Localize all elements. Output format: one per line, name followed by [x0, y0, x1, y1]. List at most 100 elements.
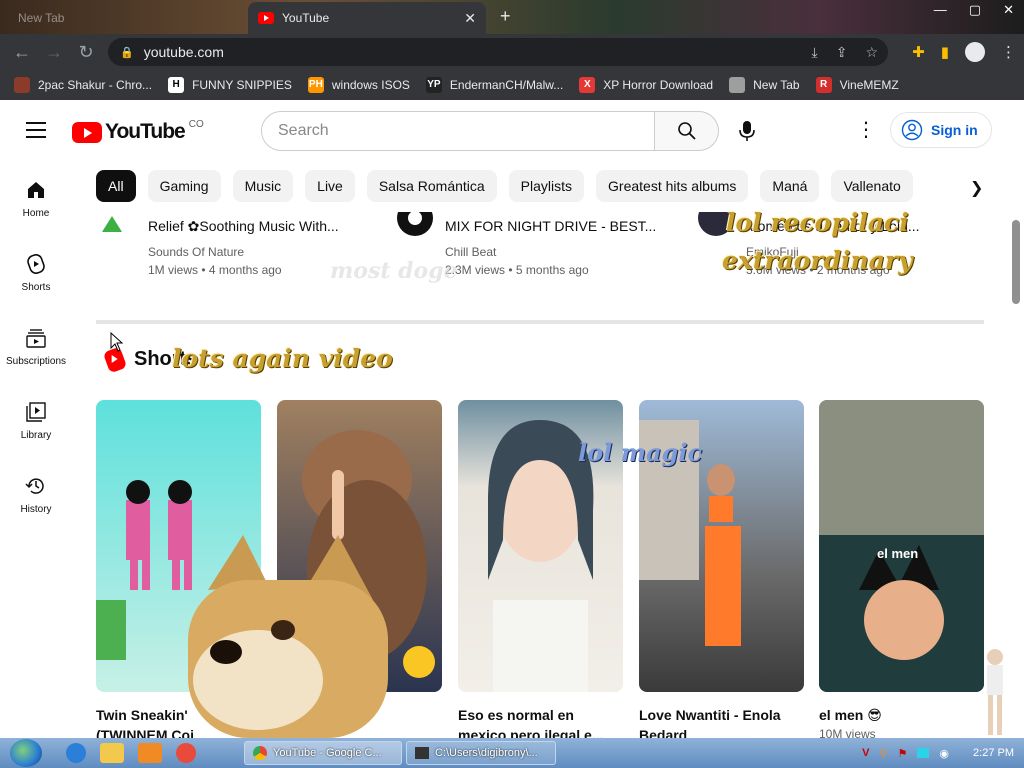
tab-label: YouTube [282, 11, 330, 25]
close-window-button[interactable]: ✕ [1003, 2, 1014, 18]
search-button[interactable] [655, 111, 719, 151]
bookmark-star-icon[interactable]: ☆ [865, 44, 878, 61]
bookmarks-bar: 2pac Shakur - Chro... H FUNNY SNIPPIES PH wi… [0, 70, 1024, 100]
reload-icon[interactable]: ↻ [70, 42, 102, 63]
sidebar-item-subscriptions[interactable]: Subscriptions [0, 308, 72, 378]
channel-name[interactable]: Chill Beat [445, 245, 496, 259]
volume-icon[interactable]: ◉ [939, 747, 949, 760]
library-icon [24, 400, 48, 424]
video-title[interactable]: Relief ✿Soothing Music With... [148, 218, 398, 235]
clock[interactable]: 2:27 PM [973, 747, 1014, 759]
bookmark-label: XP Horror Download [603, 78, 714, 92]
toolbar-right: ✚ ▮ ⋮ [912, 42, 1016, 62]
url-text[interactable]: youtube.com [144, 44, 224, 60]
side-panel-icon[interactable]: ▮ [941, 43, 949, 61]
filter-chip[interactable]: Live [305, 170, 355, 202]
system-tray: V ⚲ ⚑ ◉ 2:27 PM [862, 738, 1014, 768]
new-tab-button[interactable]: + [500, 6, 511, 27]
sidebar-item-label: Subscriptions [5, 356, 67, 367]
filter-chip[interactable]: Maná [760, 170, 820, 202]
country-code: CO [188, 118, 204, 130]
bookmark-label: FUNNY SNIPPIES [192, 78, 292, 92]
back-arrow-icon[interactable]: ← [6, 42, 38, 63]
bookmark-item[interactable]: H FUNNY SNIPPIES [168, 77, 292, 93]
meme-text: most doge [330, 258, 458, 284]
tab-youtube[interactable]: YouTube ✕ [248, 2, 486, 34]
filter-chip[interactable]: Gaming [147, 170, 221, 202]
filter-chip[interactable]: All [96, 170, 136, 202]
bookmark-label: New Tab [753, 78, 800, 92]
tupac-icon [14, 77, 30, 93]
bookmark-item[interactable]: X XP Horror Download [579, 77, 713, 93]
filter-chip[interactable]: Salsa Romántica [366, 170, 497, 202]
sidebar-item-history[interactable]: History [0, 456, 72, 526]
home-icon [24, 178, 48, 202]
sidebar-item-label: History [20, 504, 52, 515]
forward-arrow-icon[interactable]: → [38, 42, 70, 63]
filter-chip[interactable]: Greatest hits albums [596, 170, 749, 202]
internet-explorer-icon[interactable] [66, 743, 86, 763]
channel-name[interactable]: Sounds Of Nature [148, 245, 244, 259]
lock-icon: 🔒 [120, 46, 134, 59]
chrome-menu-icon[interactable]: ⋮ [1001, 43, 1016, 61]
file-explorer-icon[interactable] [100, 743, 124, 763]
tab-label: New Tab [18, 11, 65, 25]
tab-new-tab[interactable]: New Tab [8, 2, 248, 34]
flag-icon[interactable]: ⚑ [898, 747, 908, 760]
filter-chip[interactable]: Playlists [508, 170, 585, 202]
h-icon: H [168, 77, 185, 93]
bookmark-item[interactable]: YP EndermanCH/Malw... [425, 77, 564, 93]
filter-chip[interactable]: Vallenato [831, 170, 913, 202]
meme-text: lol recopilaci [726, 208, 909, 237]
tab-close-icon[interactable]: ✕ [464, 10, 476, 27]
taskbar-task-explorer[interactable]: C:\Users\digibrony\... [406, 741, 556, 765]
app-icon[interactable] [176, 743, 196, 763]
address-bar[interactable]: 🔒 youtube.com ⤓ ⇪ ☆ [108, 38, 888, 66]
bookmark-label: windows ISOS [331, 78, 410, 92]
search-placeholder: Search [278, 122, 329, 139]
meme-text: lots again video [172, 344, 393, 373]
share-icon[interactable]: ⇪ [836, 44, 848, 61]
page-scrollbar[interactable] [1012, 220, 1020, 304]
youtube-play-icon [72, 121, 102, 143]
filter-chip[interactable]: Music [232, 170, 294, 202]
sidebar-item-library[interactable]: Library [0, 382, 72, 452]
profile-avatar-icon[interactable] [965, 42, 985, 62]
short-title[interactable]: el men 😎 [819, 705, 984, 725]
sidebar-item-shorts[interactable]: Shorts [0, 234, 72, 304]
bookmark-item[interactable]: 2pac Shakur - Chro... [14, 77, 152, 93]
hamburger-menu-icon[interactable] [26, 122, 46, 138]
short-thumbnail[interactable]: el men [819, 400, 984, 692]
start-button[interactable] [10, 739, 42, 767]
bookmark-item[interactable]: PH windows ISOS [307, 77, 410, 93]
sidebar-item-label: Library [20, 430, 52, 441]
minimize-button[interactable]: — [934, 2, 947, 18]
video-title[interactable]: MIX FOR NIGHT DRIVE - BEST... [445, 218, 695, 234]
youtube-logo[interactable]: YouTube CO [72, 118, 204, 144]
chrome-icon [253, 746, 267, 760]
tray-v-icon[interactable]: V [862, 747, 869, 759]
taskbar-task-chrome[interactable]: YouTube - Google C... [244, 741, 402, 765]
search-input[interactable]: Search [261, 111, 655, 151]
bookmark-label: EndermanCH/Malw... [449, 78, 564, 92]
channel-avatar [397, 212, 433, 236]
media-player-icon[interactable] [138, 743, 162, 763]
tray-search-icon[interactable]: ⚲ [879, 747, 887, 760]
chevron-right-icon[interactable]: ❯ [970, 178, 983, 198]
settings-menu-icon[interactable]: ⋮ [856, 120, 876, 140]
extensions-icon[interactable]: ✚ [912, 43, 925, 61]
maximize-button[interactable]: ▢ [969, 2, 981, 18]
console-icon [415, 747, 429, 759]
sign-in-button[interactable]: Sign in [890, 112, 992, 148]
bookmark-item[interactable]: R VineMEMZ [815, 77, 899, 93]
account-circle-icon [901, 119, 923, 141]
network-icon[interactable] [917, 748, 930, 758]
video-meta: 2.3M views • 5 months ago [445, 263, 589, 277]
sidebar-item-label: Shorts [21, 282, 51, 293]
voice-search-button[interactable] [728, 112, 766, 150]
ph-icon: PH [307, 77, 324, 93]
sidebar-item-home[interactable]: Home [0, 160, 72, 230]
dancer-overlay-image [987, 649, 1003, 735]
bookmark-item[interactable]: New Tab [729, 77, 800, 93]
install-icon[interactable]: ⤓ [812, 44, 818, 61]
